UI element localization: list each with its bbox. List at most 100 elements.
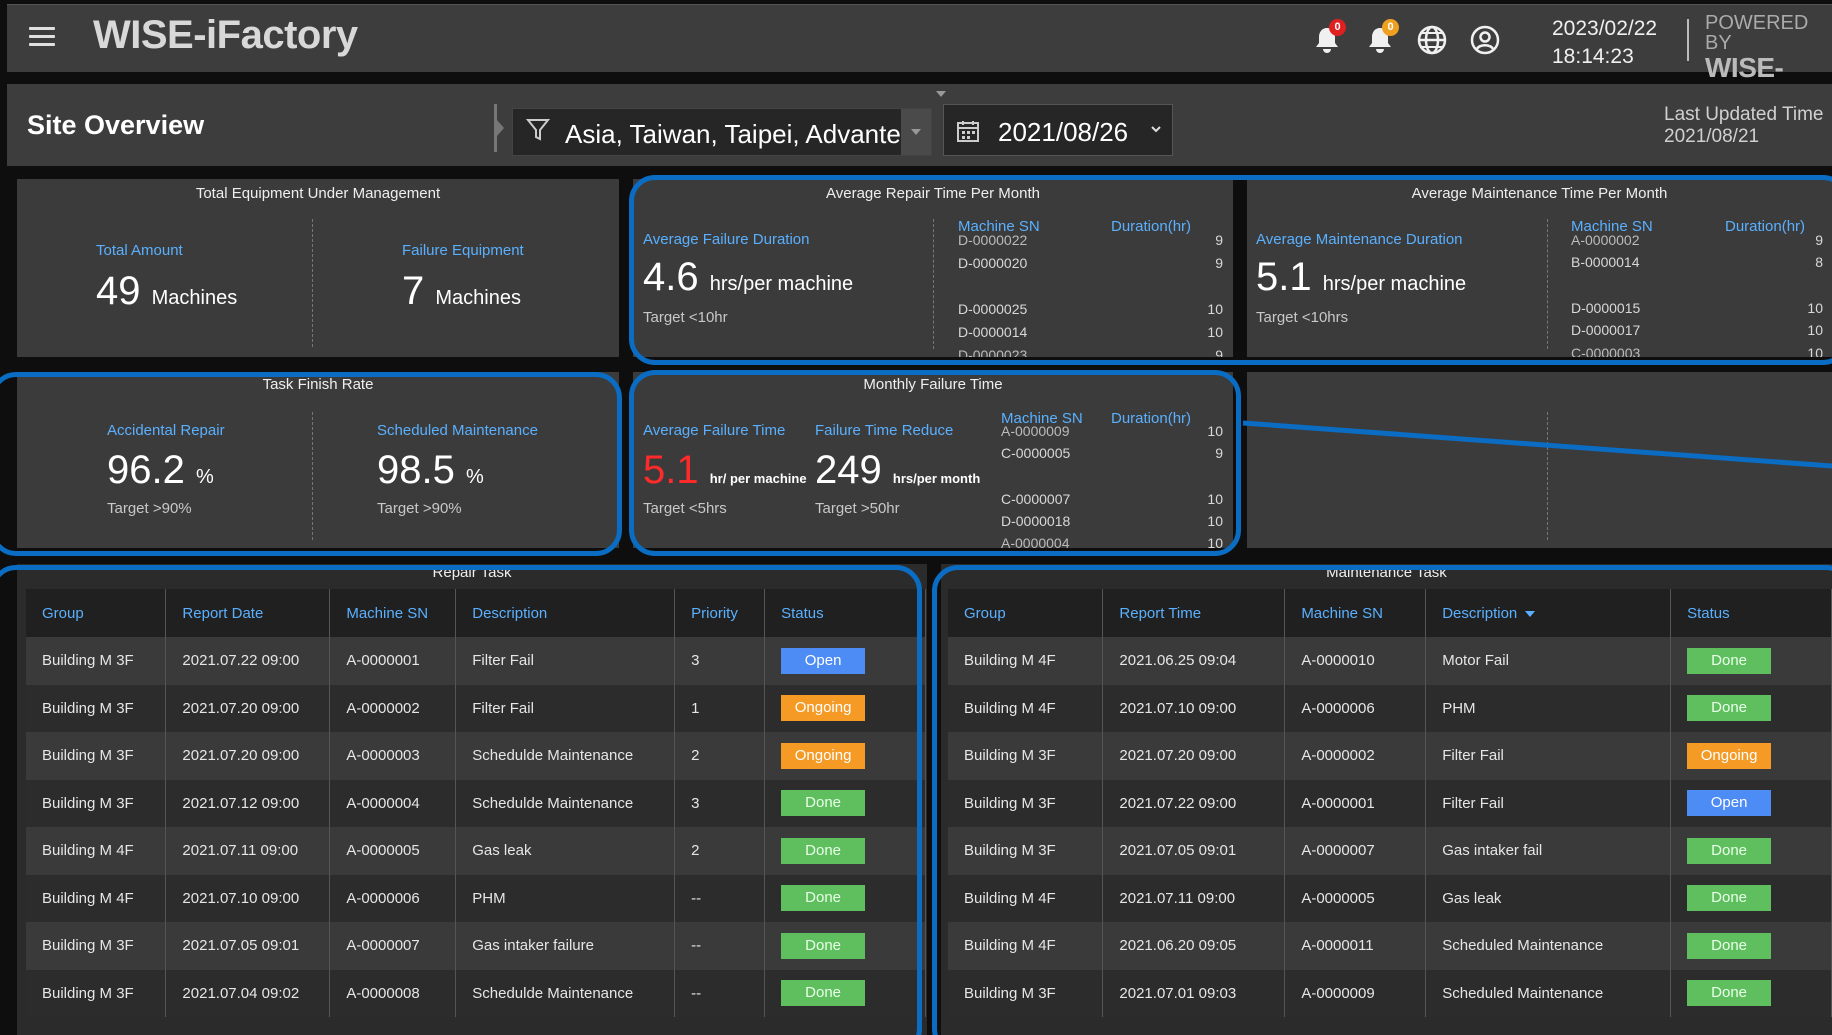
accidental-repair-target: Target >90% [107, 500, 192, 517]
table-cell: Building M 3F [26, 779, 167, 827]
table-row[interactable]: Building M 3F 2021.07.20 09:00 A-0000003 Sc… [26, 732, 926, 780]
table-row[interactable]: Building M 3F 2021.07.12 09:00 A-0000004 Sc… [26, 779, 926, 827]
chevron-down-icon[interactable] [901, 109, 931, 155]
equipment-panel: Total Equipment Under Management Total A… [17, 179, 619, 357]
status-badge[interactable]: Open [781, 647, 866, 674]
collapse-arrow-icon[interactable] [936, 91, 946, 97]
status-badge[interactable]: Done [1687, 647, 1772, 674]
status-cell: Open [764, 637, 926, 685]
table-row[interactable]: Building M 4F 2021.06.25 09:04 A-0000010 Mo… [948, 637, 1832, 685]
table-cell: Building M 3F [948, 827, 1104, 875]
accidental-repair-label: Accidental Repair [107, 422, 225, 439]
status-badge[interactable]: Ongoing [781, 742, 866, 769]
column-header[interactable]: Report Date [165, 589, 331, 637]
table-cell: Filter Fail [455, 637, 676, 685]
table-cell: Gas intaker failure [455, 922, 676, 970]
status-cell: Done [764, 969, 926, 1017]
duration-value: 9 [1215, 347, 1223, 357]
table-cell: 3 [674, 779, 766, 827]
status-badge[interactable]: Done [781, 885, 866, 912]
status-badge[interactable]: Done [1687, 695, 1772, 722]
divider [933, 219, 934, 349]
duration-value: 10 [1207, 301, 1223, 317]
duration-value: 10 [1807, 345, 1823, 357]
table-cell: A-0000011 [1284, 922, 1427, 970]
status-cell: Done [764, 874, 926, 922]
table-cell: 2021.07.05 09:01 [1102, 827, 1286, 875]
sort-desc-icon[interactable] [1525, 610, 1536, 617]
finish-rate-panel-title: Task Finish Rate [262, 376, 374, 393]
machine-sn: D-0000020 [958, 255, 1028, 271]
machine-sn: A-0000009 [1001, 423, 1070, 439]
scheduled-maintenance-number: 98.5 [377, 448, 455, 492]
table-row[interactable]: Building M 3F 2021.07.05 09:01 A-0000007 Ga… [948, 827, 1832, 875]
maintenance-duration-unit: hrs/per machine [1322, 273, 1467, 295]
table-row[interactable]: Building M 3F 2021.07.22 09:00 A-0000001 Fi… [26, 637, 926, 685]
date-picker[interactable]: 2021/08/26 [943, 104, 1173, 156]
machine-sn: D-0000018 [1001, 513, 1071, 529]
table-cell: 2021.07.05 09:01 [165, 922, 331, 970]
last-updated: Last Updated Time 2021/08/21 [1664, 104, 1824, 148]
table-row[interactable]: Building M 4F 2021.07.11 09:00 A-0000005 Ga… [948, 874, 1832, 922]
table-row[interactable]: Building M 4F 2021.06.20 09:05 A-0000011 Sc… [948, 922, 1832, 970]
machine-sn: A-0000002 [1571, 232, 1640, 248]
status-badge[interactable]: Ongoing [1687, 742, 1772, 769]
column-header[interactable]: Group [948, 589, 1104, 637]
table-row[interactable]: Building M 3F 2021.07.05 09:01 A-0000007 Ga… [26, 922, 926, 970]
column-header[interactable]: Status [1670, 589, 1832, 637]
status-badge[interactable]: Done [781, 790, 866, 817]
column-header[interactable]: Status [764, 589, 926, 637]
table-cell: A-0000002 [1284, 732, 1427, 780]
column-header[interactable]: Machine SN [1284, 589, 1427, 637]
table-cell: A-0000006 [329, 874, 457, 922]
duration-value: 8 [1815, 254, 1823, 270]
alert-bell-icon[interactable]: 0 [1363, 19, 1399, 57]
table-cell: Building M 3F [26, 969, 167, 1017]
location-filter-dropdown[interactable]: Asia, Taiwan, Taipei, Advante [512, 108, 932, 156]
table-cell: Schedulde Maintenance [455, 779, 676, 827]
status-badge[interactable]: Done [781, 980, 866, 1007]
status-badge[interactable]: Done [1687, 837, 1772, 864]
repair-task-title: Repair Task [432, 564, 512, 581]
column-header-description[interactable]: Description [1425, 589, 1672, 637]
hamburger-menu-icon[interactable] [29, 27, 55, 47]
table-cell: Motor Fail [1425, 637, 1672, 685]
repair-duration-number: 4.6 [643, 255, 699, 299]
failure-time-reduce-label: Failure Time Reduce [815, 422, 954, 439]
notification-count-badge: 0 [1329, 19, 1346, 36]
table-row[interactable]: Building M 3F 2021.07.04 09:02 A-0000008 Sc… [26, 969, 926, 1017]
table-row[interactable]: Building M 3F 2021.07.20 09:00 A-0000002 Fi… [948, 732, 1832, 780]
current-date: 2023/02/22 [1552, 17, 1658, 40]
status-badge[interactable]: Done [781, 837, 866, 864]
equipment-panel-title: Total Equipment Under Management [195, 185, 441, 202]
column-header[interactable]: Report Time [1102, 589, 1286, 637]
column-header[interactable]: Priority [674, 589, 766, 637]
status-badge[interactable]: Open [1687, 790, 1772, 817]
status-badge[interactable]: Done [1687, 885, 1772, 912]
status-badge[interactable]: Done [781, 932, 866, 959]
notification-bell-icon[interactable]: 0 [1310, 19, 1346, 57]
table-row[interactable]: Building M 4F 2021.07.10 09:00 A-0000006 PH… [948, 684, 1832, 732]
column-header[interactable]: Description [455, 589, 676, 637]
user-account-icon[interactable] [1468, 23, 1502, 57]
table-row[interactable]: Building M 4F 2021.07.11 09:00 A-0000005 Ga… [26, 827, 926, 875]
column-header[interactable]: Group [26, 589, 167, 637]
machine-sn: A-0000004 [1001, 535, 1070, 548]
status-badge[interactable]: Done [1687, 980, 1772, 1007]
maintenance-time-panel-title: Average Maintenance Time Per Month [1411, 185, 1668, 202]
status-cell: Ongoing [764, 684, 926, 732]
table-cell: 2021.07.12 09:00 [165, 779, 331, 827]
column-header[interactable]: Machine SN [329, 589, 457, 637]
table-row[interactable]: Building M 4F 2021.07.10 09:00 A-0000006 PH… [26, 874, 926, 922]
table-row[interactable]: Building M 3F 2021.07.22 09:00 A-0000001 Fi… [948, 779, 1832, 827]
status-badge[interactable]: Done [1687, 932, 1772, 959]
globe-icon[interactable] [1415, 23, 1449, 57]
table-cell: Filter Fail [455, 684, 676, 732]
empty-panel [1247, 372, 1832, 548]
table-row[interactable]: Building M 3F 2021.07.01 09:03 A-0000009 Sc… [948, 969, 1832, 1017]
status-cell: Done [1670, 827, 1832, 875]
table-cell: 2021.07.20 09:00 [165, 684, 331, 732]
table-row[interactable]: Building M 3F 2021.07.20 09:00 A-0000002 Fi… [26, 684, 926, 732]
status-badge[interactable]: Ongoing [781, 695, 866, 722]
table-cell: A-0000001 [1284, 779, 1427, 827]
